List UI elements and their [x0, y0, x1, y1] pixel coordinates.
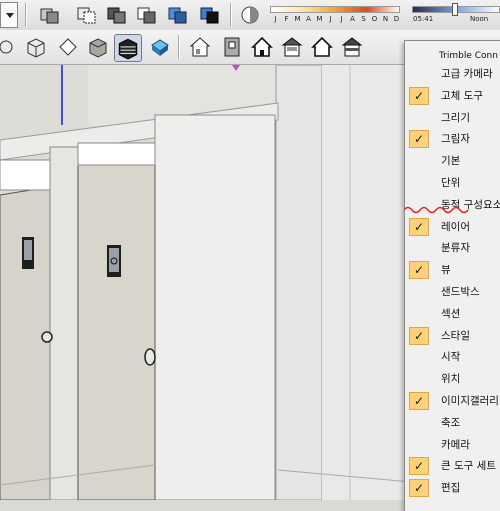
menu-item-label: 위치: [441, 373, 461, 386]
checkmark-icon: ✓: [409, 392, 429, 410]
menu-item[interactable]: 단위: [405, 172, 500, 194]
month-label: F: [284, 15, 289, 23]
month-slider[interactable]: [270, 6, 400, 13]
menu-item[interactable]: ✓ 고체 도구: [405, 85, 500, 107]
door-sign-icon: [22, 237, 34, 269]
menu-item[interactable]: 그리기: [405, 107, 500, 129]
month-label: J: [274, 15, 277, 23]
menu-item-label: 레이어: [441, 220, 470, 233]
back-view-icon[interactable]: [310, 35, 334, 59]
month-label: N: [382, 15, 389, 23]
menu-item[interactable]: ✓ 큰 도구 세트: [405, 455, 500, 477]
menu-item-label: 샌드박스: [441, 286, 480, 298]
shaded-icon[interactable]: [135, 3, 159, 27]
menu-item-label: 큰 도구 세트: [441, 460, 496, 473]
checkmark-icon: ✓: [409, 130, 429, 149]
menu-item[interactable]: 축조: [405, 412, 500, 434]
menu-item-label: 카메라: [441, 438, 470, 451]
spellcheck-underline: [404, 206, 469, 214]
toolbar-dropdown-button[interactable]: [0, 2, 18, 28]
menu-item-label: 그리기: [441, 111, 470, 124]
checkmark-icon: ✓: [409, 326, 429, 345]
right-view-icon[interactable]: [280, 35, 304, 59]
menu-item[interactable]: 시작: [405, 346, 500, 368]
menu-item-label: 고급 카메라: [441, 68, 493, 80]
month-label: M: [294, 15, 301, 23]
menu-item[interactable]: 위치: [405, 368, 500, 390]
front-view-icon[interactable]: [250, 35, 274, 59]
month-labels: JFMAMJJASOND: [270, 15, 408, 25]
month-label: S: [361, 15, 366, 23]
time-slider-thumb[interactable]: [452, 3, 458, 16]
xray-icon[interactable]: [75, 3, 99, 27]
month-label: O: [371, 15, 378, 23]
menu-item-label: 기본: [441, 155, 461, 168]
toolbar-separator: [178, 35, 180, 59]
menu-item-label: 분류자: [441, 242, 470, 255]
toolbars-context-menu: Trimble Conn 고급 카메라 ✓ 고체 도구 그리기 ✓ 그림자 기본 단위 동적 구성…: [404, 40, 500, 511]
toolbar-row-1: JFMAMJJASOND 05:41 Noon: [0, 0, 500, 31]
monochrome-icon[interactable]: [198, 3, 222, 27]
menu-item[interactable]: 카메라: [405, 434, 500, 456]
time-start-label: 05:41: [413, 15, 434, 23]
checkmark-icon: ✓: [409, 261, 429, 280]
menu-item-label: 섹션: [441, 307, 461, 320]
checkmark-icon: ✓: [409, 479, 429, 498]
menu-item-label: 축조: [441, 416, 461, 429]
month-label: D: [393, 15, 400, 23]
top-view-icon[interactable]: [220, 35, 244, 59]
monochrome-style-icon[interactable]: [148, 35, 172, 59]
checkmark-icon: ✓: [409, 457, 429, 476]
menu-item[interactable]: 고급 카메라: [405, 63, 500, 85]
menu-item-label: 시작: [441, 351, 461, 364]
menu-item-label: 뷰: [441, 264, 451, 277]
wireframe-style-icon[interactable]: [0, 35, 16, 59]
menu-item[interactable]: ✓ 뷰: [405, 259, 500, 281]
left-view-icon[interactable]: [340, 35, 364, 59]
menu-item[interactable]: 기본: [405, 150, 500, 172]
toolbar-separator: [25, 3, 27, 27]
menu-item[interactable]: 샌드박스: [405, 281, 500, 303]
month-label: J: [340, 15, 343, 23]
iso-view-icon[interactable]: [188, 35, 212, 59]
menu-item-label: 그림자: [441, 133, 470, 146]
hidden-geometry-icon[interactable]: [38, 3, 62, 27]
menu-item-label: 편집: [441, 482, 461, 495]
menu-item[interactable]: 분류자: [405, 237, 500, 259]
back-edges-icon[interactable]: [105, 3, 129, 27]
wheelchair-sign-icon: [107, 245, 121, 277]
menu-item[interactable]: ✓ 이미지갤러리: [405, 390, 500, 412]
toolbar-separator: [230, 3, 232, 27]
shadows-toggle-icon[interactable]: [238, 3, 262, 27]
menu-item[interactable]: 섹션: [405, 303, 500, 325]
checkmark-icon: ✓: [409, 217, 429, 236]
active-style-button[interactable]: [114, 34, 142, 62]
chevron-down-icon: [6, 13, 14, 18]
checkmark-icon: ✓: [409, 86, 429, 105]
menu-item-label: 이미지갤러리: [441, 395, 499, 407]
menu-item[interactable]: ✓ 스타일: [405, 325, 500, 347]
menu-item[interactable]: ✓ 레이어: [405, 216, 500, 238]
menu-item-label: 단위: [441, 177, 461, 189]
time-end-label: Noon: [470, 15, 489, 23]
menu-item-label: 고체 도구: [441, 89, 483, 102]
shaded-textures-style-icon[interactable]: [86, 35, 110, 59]
month-label: M: [316, 15, 323, 23]
month-label: A: [306, 15, 311, 23]
menu-item-label: 스타일: [441, 329, 470, 342]
menu-item[interactable]: ✓ 편집: [405, 477, 500, 499]
menu-item[interactable]: ✓ 그림자: [405, 128, 500, 150]
hidden-line-style-icon[interactable]: [24, 35, 48, 59]
month-label: J: [329, 15, 332, 23]
menu-item-label: Trimble Conn: [439, 51, 498, 61]
shaded-style-icon[interactable]: [56, 35, 80, 59]
month-label: A: [350, 15, 355, 23]
shaded-textures-icon[interactable]: [166, 3, 190, 27]
